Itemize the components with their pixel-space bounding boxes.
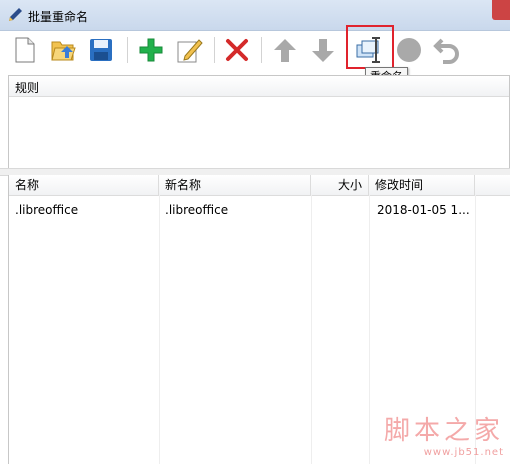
add-icon	[139, 38, 163, 62]
column-divider	[369, 195, 370, 464]
edit-button[interactable]	[172, 33, 206, 67]
save-button[interactable]	[84, 33, 118, 67]
cell-modified: 2018-01-05 1...	[377, 203, 470, 217]
delete-icon	[226, 39, 248, 61]
watermark: 脚本之家 www.jb51.net	[384, 410, 504, 458]
edit-icon	[177, 39, 203, 63]
window-title: 批量重命名	[28, 10, 89, 24]
close-window-button[interactable]	[492, 0, 510, 20]
add-button[interactable]	[134, 33, 168, 67]
move-up-icon	[274, 39, 296, 62]
delete-button[interactable]	[220, 33, 254, 67]
open-button[interactable]	[46, 33, 80, 67]
column-divider	[311, 195, 312, 464]
column-header-empty	[475, 175, 510, 195]
column-header-size[interactable]: 大小	[311, 175, 369, 195]
toolbar-separator	[261, 37, 262, 63]
undo-button[interactable]	[430, 33, 464, 67]
rename-button-highlight	[346, 25, 394, 69]
open-folder-icon	[51, 41, 76, 61]
column-header-modified[interactable]: 修改时间	[369, 175, 475, 195]
column-divider	[159, 195, 160, 464]
move-down-icon	[312, 39, 334, 62]
cell-size	[315, 201, 365, 219]
title-bar: 批量重命名	[0, 0, 510, 31]
toolbar-separator	[214, 37, 215, 63]
new-file-icon	[15, 37, 35, 63]
cell-new-name: .libreoffice	[165, 203, 229, 217]
record-icon	[397, 38, 421, 62]
move-up-button[interactable]	[268, 33, 302, 67]
record-button[interactable]	[392, 33, 426, 67]
pen-icon	[9, 8, 22, 21]
save-icon	[90, 39, 112, 61]
file-list-header: 名称 新名称 大小 修改时间	[9, 175, 510, 196]
cell-name: .libreoffice	[15, 203, 79, 217]
toolbar	[0, 31, 510, 71]
toolbar-separator	[127, 37, 128, 63]
watermark-main: 脚本之家	[383, 416, 504, 446]
rules-header-label: 规则	[15, 81, 40, 95]
rules-header: 规则	[9, 76, 509, 97]
watermark-url: www.jb51.net	[423, 447, 504, 458]
rules-panel[interactable]: 规则	[8, 75, 510, 170]
column-header-new-name[interactable]: 新名称	[159, 175, 311, 195]
column-header-name[interactable]: 名称	[9, 175, 159, 195]
undo-icon	[433, 38, 459, 64]
new-button[interactable]	[8, 33, 42, 67]
move-down-button[interactable]	[306, 33, 340, 67]
